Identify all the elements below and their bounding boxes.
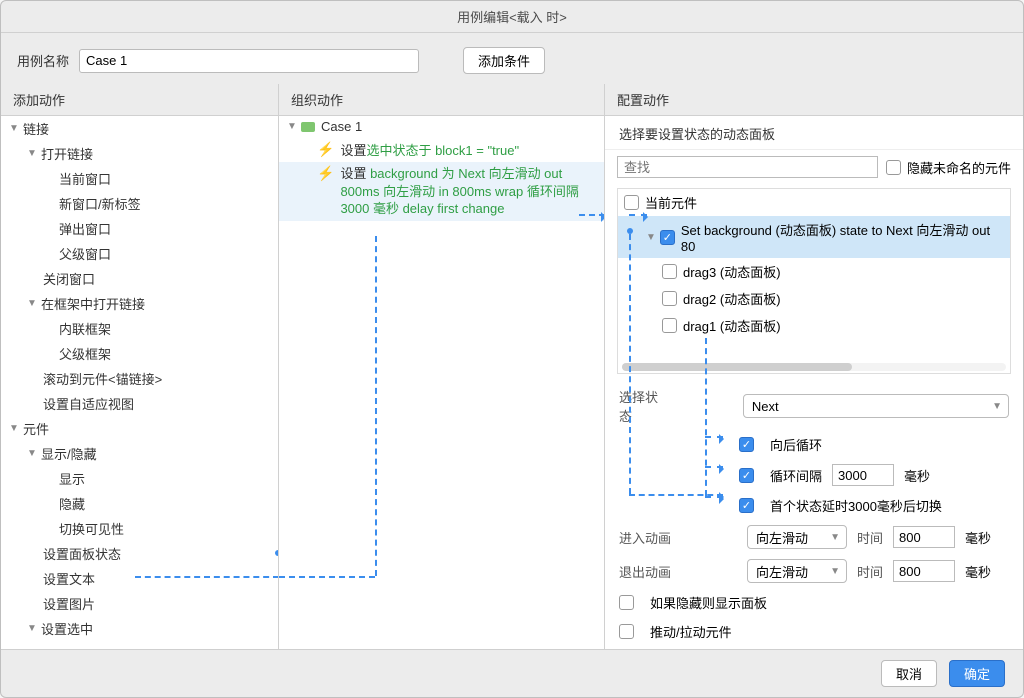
tree-open-in-frame[interactable]: 在框架中打开链接: [41, 294, 145, 313]
action-bg[interactable]: 设置: [340, 166, 370, 181]
tree-parent-window[interactable]: 父级窗口: [59, 244, 111, 263]
config-body: 选择要设置状态的动态面板 隐藏未命名的元件 当前元件 ▼✓Set backgro…: [605, 115, 1023, 649]
case-icon: [301, 122, 315, 132]
title-bar: 用例编辑<载入 时>: [1, 1, 1023, 33]
tree-popup-window[interactable]: 弹出窗口: [59, 219, 111, 238]
show-if-hidden-checkbox[interactable]: [619, 595, 634, 610]
list-scrollbar[interactable]: [622, 363, 1006, 371]
current-widget-item[interactable]: 当前元件: [645, 193, 697, 212]
hide-unnamed-checkbox[interactable]: [886, 160, 901, 175]
checkbox[interactable]: [624, 195, 639, 210]
hide-unnamed-label: 隐藏未命名的元件: [907, 158, 1011, 177]
tree-set-image[interactable]: 设置图片: [43, 594, 95, 613]
push-pull-checkbox[interactable]: [619, 624, 634, 639]
exit-anim-dropdown[interactable]: 向左滑动▼: [747, 559, 847, 583]
exit-anim-label: 退出动画: [619, 562, 671, 581]
configure-action-header: 配置动作: [605, 84, 1023, 115]
connector-dot: [627, 228, 633, 234]
first-state-delay-label: 首个状态延时3000毫秒后切换: [770, 496, 942, 515]
state-config-form: 选择状态 Next▼ ✓ 向后循环 ✓ 循环间隔 毫秒 ✓ 首个状态延时3000毫秒后…: [605, 374, 1023, 649]
drag2-item[interactable]: drag2 (动态面板): [683, 289, 781, 308]
ms-label: 毫秒: [965, 562, 991, 581]
tree-set-panel-state[interactable]: 设置面板状态: [43, 544, 121, 563]
tree-hide[interactable]: 隐藏: [59, 494, 85, 513]
select-state-label: 选择状态: [619, 387, 669, 425]
case-name-label: 用例名称: [17, 51, 69, 70]
loop-interval-input[interactable]: [832, 464, 894, 486]
bolt-icon: ⚡: [317, 165, 334, 182]
bg-panel-item[interactable]: Set background (动态面板) state to Next 向左滑动…: [681, 220, 1004, 254]
loop-interval-label: 循环间隔: [770, 466, 822, 485]
checkbox[interactable]: ✓: [660, 230, 675, 245]
action-bg-detail: background 为 Next 向左滑动 out 800ms 向左滑动 in…: [340, 166, 578, 216]
enter-anim-dropdown[interactable]: 向左滑动▼: [747, 525, 847, 549]
tree-open-link[interactable]: 打开链接: [41, 144, 93, 163]
checkbox[interactable]: [662, 291, 677, 306]
select-state-dropdown[interactable]: Next▼: [743, 394, 1009, 418]
add-action-column: 添加动作 ▼链接 ▼打开链接 当前窗口 新窗口/新标签 弹出窗口 父级窗口 关闭…: [1, 84, 279, 649]
case-name-input[interactable]: [79, 49, 419, 73]
columns: 添加动作 ▼链接 ▼打开链接 当前窗口 新窗口/新标签 弹出窗口 父级窗口 关闭…: [1, 84, 1023, 649]
loop-interval-checkbox[interactable]: ✓: [739, 468, 754, 483]
tree-parent-frame[interactable]: 父级框架: [59, 344, 111, 363]
connector-line: [375, 236, 377, 576]
cancel-button[interactable]: 取消: [881, 660, 937, 687]
dialog-window: 用例编辑<载入 时> 用例名称 添加条件 添加动作 ▼链接 ▼打开链接 当前窗口…: [0, 0, 1024, 698]
tree-links[interactable]: 链接: [23, 119, 49, 138]
dialog-footer: 取消 确定: [1, 649, 1023, 697]
tree-set-selected[interactable]: 设置选中: [41, 619, 93, 638]
checkbox[interactable]: [662, 318, 677, 333]
organize-action-header: 组织动作: [279, 84, 604, 115]
ms-label: 毫秒: [904, 466, 930, 485]
tree-set-text[interactable]: 设置文本: [43, 569, 95, 588]
tree-show-hide[interactable]: 显示/隐藏: [41, 444, 97, 463]
window-title: 用例编辑<载入 时>: [457, 10, 567, 25]
panel-list[interactable]: 当前元件 ▼✓Set background (动态面板) state to Ne…: [617, 188, 1011, 374]
loop-back-checkbox[interactable]: ✓: [739, 437, 754, 452]
tree-close-window[interactable]: 关闭窗口: [43, 269, 95, 288]
configure-action-column: 配置动作 选择要设置状态的动态面板 隐藏未命名的元件 当前元件 ▼✓Set ba…: [605, 84, 1023, 649]
first-state-delay-checkbox[interactable]: ✓: [739, 498, 754, 513]
tree-new-window[interactable]: 新窗口/新标签: [59, 194, 141, 213]
loop-back-label: 向后循环: [770, 435, 822, 454]
connector-line: [279, 576, 375, 578]
panel-picker-title: 选择要设置状态的动态面板: [605, 116, 1023, 150]
push-pull-label: 推动/拉动元件: [650, 622, 732, 641]
top-form: 用例名称 添加条件: [1, 33, 1023, 84]
show-if-hidden-label: 如果隐藏则显示面板: [650, 593, 767, 612]
tree-set-adaptive[interactable]: 设置自适应视图: [43, 394, 134, 413]
drag3-item[interactable]: drag3 (动态面板): [683, 262, 781, 281]
drag1-item[interactable]: drag1 (动态面板): [683, 316, 781, 335]
enter-anim-label: 进入动画: [619, 528, 671, 547]
action-set-detail: 选中状态于 block1 = "true": [366, 140, 519, 159]
bolt-icon: ⚡: [317, 141, 334, 158]
case-node[interactable]: Case 1: [321, 119, 362, 134]
action-set[interactable]: 设置: [340, 140, 366, 159]
case-outline[interactable]: ▼Case 1 ⚡设置 选中状态于 block1 = "true" ⚡设置 ba…: [279, 115, 604, 649]
search-input[interactable]: [617, 156, 878, 178]
add-action-header: 添加动作: [1, 84, 278, 115]
enter-time-input[interactable]: [893, 526, 955, 548]
add-condition-button[interactable]: 添加条件: [463, 47, 545, 74]
tree-toggle-vis[interactable]: 切换可见性: [59, 519, 124, 538]
organize-action-column: 组织动作 ▼Case 1 ⚡设置 选中状态于 block1 = "true" ⚡…: [279, 84, 605, 649]
exit-time-input[interactable]: [893, 560, 955, 582]
action-tree[interactable]: ▼链接 ▼打开链接 当前窗口 新窗口/新标签 弹出窗口 父级窗口 关闭窗口 ▼在…: [1, 115, 278, 649]
ok-button[interactable]: 确定: [949, 660, 1005, 687]
tree-widgets[interactable]: 元件: [23, 419, 49, 438]
tree-inline-frame[interactable]: 内联框架: [59, 319, 111, 338]
tree-scroll-anchor[interactable]: 滚动到元件<锚链接>: [43, 369, 162, 388]
ms-label: 毫秒: [965, 528, 991, 547]
time-label: 时间: [857, 562, 883, 581]
tree-show[interactable]: 显示: [59, 469, 85, 488]
time-label: 时间: [857, 528, 883, 547]
checkbox[interactable]: [662, 264, 677, 279]
tree-current-window[interactable]: 当前窗口: [59, 169, 111, 188]
